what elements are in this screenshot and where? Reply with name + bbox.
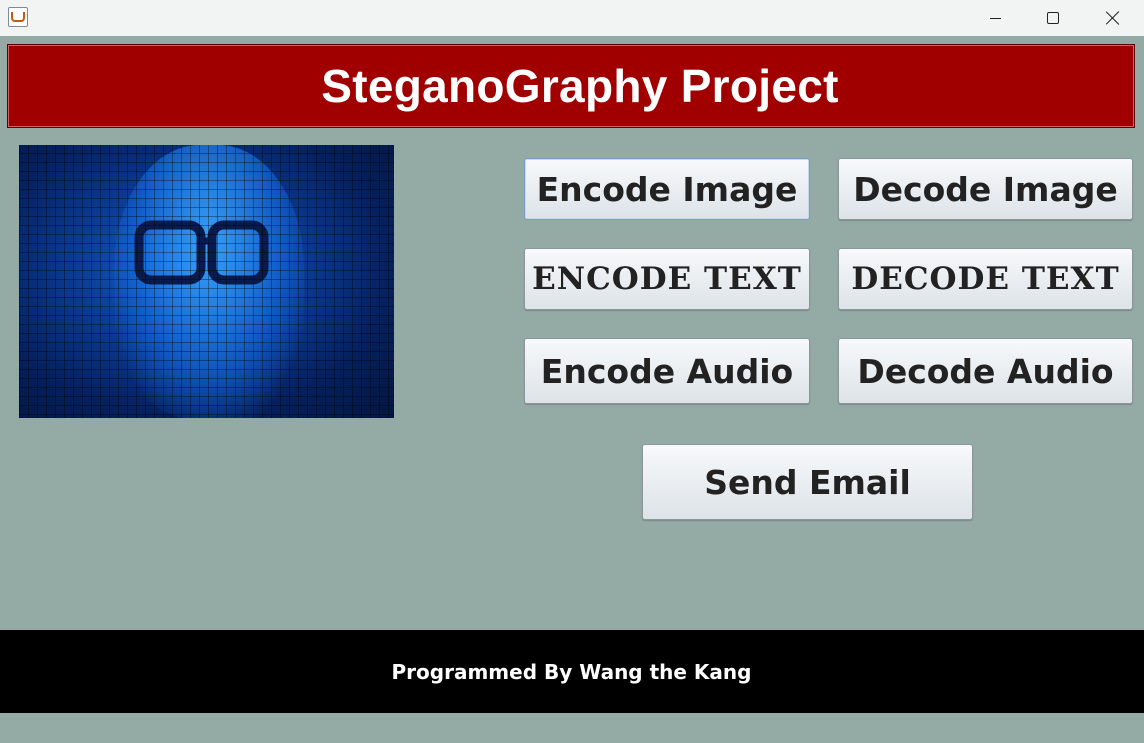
window-titlebar xyxy=(0,0,1144,36)
hero-image-digital-face xyxy=(19,145,394,418)
decode-audio-button[interactable]: Decode Audio xyxy=(838,338,1133,404)
header-banner: SteganoGraphy Project xyxy=(7,44,1135,128)
footer-credit: Programmed By Wang the Kang xyxy=(391,659,752,684)
encode-image-button[interactable]: Encode Image xyxy=(524,158,810,220)
footer-bar: Programmed By Wang the Kang xyxy=(0,630,1144,713)
close-icon xyxy=(1106,11,1120,25)
decode-text-button[interactable]: DECODE TEXT xyxy=(838,248,1133,310)
send-email-button[interactable]: Send Email xyxy=(642,444,973,520)
minimize-button[interactable] xyxy=(966,0,1024,36)
encode-audio-button[interactable]: Encode Audio xyxy=(524,338,810,404)
close-button[interactable] xyxy=(1084,0,1142,36)
java-cup-icon[interactable] xyxy=(8,7,28,27)
pixel-grid-overlay xyxy=(19,145,394,418)
maximize-icon xyxy=(1047,12,1059,24)
decode-image-button[interactable]: Decode Image xyxy=(838,158,1133,220)
page-title: SteganoGraphy Project xyxy=(321,60,839,112)
encode-text-button[interactable]: ENCODE TEXT xyxy=(524,248,810,310)
maximize-button[interactable] xyxy=(1024,0,1082,36)
minimize-icon xyxy=(989,17,1001,19)
